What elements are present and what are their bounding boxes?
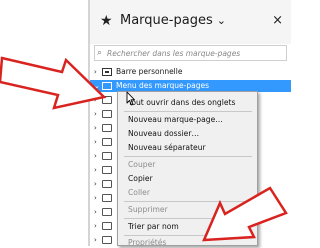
sidebar-switcher-button[interactable]: Marque-pages ⌄ xyxy=(120,12,226,30)
tree-item-label: Barre personnelle xyxy=(116,67,183,76)
expand-arrow-icon[interactable]: › xyxy=(94,178,100,190)
menu-item-new-folder[interactable]: Nouveau dossier… xyxy=(128,129,199,139)
menu-item-paste[interactable]: Coller xyxy=(128,188,150,198)
search-input[interactable] xyxy=(107,46,285,60)
search-box: ⌕ xyxy=(94,45,287,61)
expand-arrow-icon[interactable]: › xyxy=(94,122,100,134)
menu-item-cut[interactable]: Couper xyxy=(128,160,155,170)
folder-icon xyxy=(102,208,112,216)
star-icon: ★ xyxy=(100,13,113,29)
sidebar-header: ★ Marque-pages ⌄ × xyxy=(90,0,291,44)
menu-item-copy[interactable]: Copier xyxy=(128,174,153,184)
folder-icon xyxy=(102,124,112,132)
tree-item-toolbar[interactable]: › Barre personnelle xyxy=(90,66,291,78)
expand-arrow-icon[interactable]: › xyxy=(94,234,100,246)
folder-icon xyxy=(102,194,112,202)
menu-item-open-all-in-tabs[interactable]: Tout ouvrir dans des onglets xyxy=(128,98,235,108)
menu-separator xyxy=(124,156,252,157)
close-icon[interactable]: × xyxy=(272,13,283,29)
menu-item-properties[interactable]: Propriétés xyxy=(128,238,166,248)
expand-arrow-icon[interactable]: › xyxy=(94,150,100,162)
expand-arrow-icon[interactable]: › xyxy=(94,136,100,148)
folder-icon xyxy=(102,152,112,160)
expand-arrow-icon[interactable]: › xyxy=(94,192,100,204)
folder-icon xyxy=(102,236,112,244)
menu-separator xyxy=(124,111,252,112)
expand-arrow-icon[interactable]: › xyxy=(94,220,100,232)
folder-icon xyxy=(102,180,112,188)
menu-item-new-separator[interactable]: Nouveau séparateur xyxy=(128,143,206,153)
folder-icon xyxy=(102,222,112,230)
expand-arrow-icon[interactable]: › xyxy=(94,164,100,176)
folder-icon xyxy=(102,166,112,174)
chevron-down-icon: ⌄ xyxy=(216,14,226,27)
menu-item-sort-by-name[interactable]: Trier par nom xyxy=(128,222,179,232)
callout-arrow-icon xyxy=(0,56,107,110)
mouse-cursor-icon xyxy=(126,91,135,106)
folder-icon xyxy=(102,138,112,146)
sidebar-title: Marque-pages xyxy=(120,13,213,28)
menu-item-delete[interactable]: Supprimer xyxy=(128,205,168,215)
callout-arrow-icon xyxy=(202,186,288,242)
folder-icon xyxy=(102,110,112,118)
expand-arrow-icon[interactable]: › xyxy=(94,206,100,218)
menu-item-new-bookmark[interactable]: Nouveau marque-page… xyxy=(128,115,223,125)
